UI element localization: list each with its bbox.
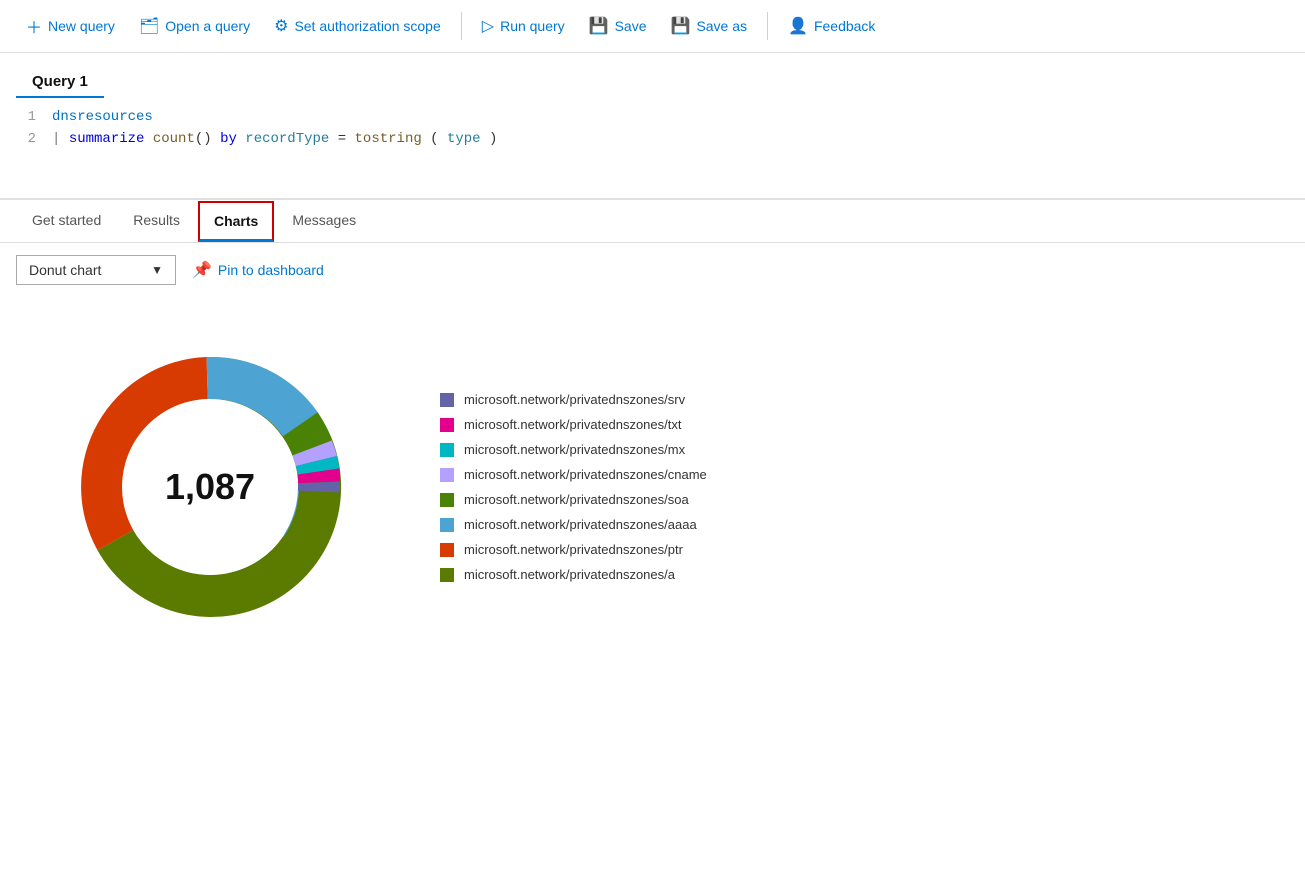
- line-num-1: 1: [16, 106, 36, 128]
- save-label: Save: [615, 18, 647, 34]
- tab-results[interactable]: Results: [117, 200, 196, 243]
- legend-color-swatch: [440, 543, 454, 557]
- code-line-1: 1 dnsresources: [16, 106, 1289, 128]
- donut-hole: [122, 399, 298, 575]
- save-as-label: Save as: [696, 18, 747, 34]
- set-auth-label: Set authorization scope: [294, 18, 440, 34]
- legend-label: microsoft.network/privatednszones/soa: [464, 492, 689, 507]
- set-auth-button[interactable]: ⚙ Set authorization scope: [264, 10, 451, 42]
- run-query-label: Run query: [500, 18, 565, 34]
- code-editor[interactable]: 1 dnsresources 2 | summarize count() by …: [0, 98, 1305, 198]
- results-panel: Get started Results Charts Messages Donu…: [0, 200, 1305, 677]
- separator-1: [461, 12, 462, 40]
- separator-2: [767, 12, 768, 40]
- new-query-label: New query: [48, 18, 115, 34]
- line-num-2: 2: [16, 128, 36, 150]
- legend-item: microsoft.network/privatednszones/cname: [440, 467, 707, 482]
- legend-item: microsoft.network/privatednszones/a: [440, 567, 707, 582]
- legend-label: microsoft.network/privatednszones/cname: [464, 467, 707, 482]
- run-query-button[interactable]: ▷ Run query: [472, 10, 575, 42]
- legend-item: microsoft.network/privatednszones/mx: [440, 442, 707, 457]
- legend-color-swatch: [440, 518, 454, 532]
- save-as-button[interactable]: 💾 Save as: [661, 10, 758, 42]
- legend-item: microsoft.network/privatednszones/ptr: [440, 542, 707, 557]
- save-as-icon: 💾: [671, 16, 691, 36]
- open-query-label: Open a query: [165, 18, 250, 34]
- query-panel: Query 1 1 dnsresources 2 | summarize cou…: [0, 53, 1305, 200]
- legend-label: microsoft.network/privatednszones/aaaa: [464, 517, 697, 532]
- donut-chart: 1,087: [40, 317, 380, 657]
- tab-charts[interactable]: Charts: [198, 201, 274, 242]
- segment-srv: [298, 482, 340, 493]
- legend-item: microsoft.network/privatednszones/aaaa: [440, 517, 707, 532]
- chart-type-dropdown[interactable]: Donut chart ▼: [16, 255, 176, 285]
- pin-to-dashboard-button[interactable]: 📌 Pin to dashboard: [192, 260, 324, 280]
- legend-label: microsoft.network/privatednszones/ptr: [464, 542, 683, 557]
- run-icon: ▷: [482, 16, 494, 36]
- query-title: Query 1: [16, 63, 104, 98]
- open-query-button[interactable]: 🗂 Open a query: [129, 10, 260, 42]
- legend-item: microsoft.network/privatednszones/srv: [440, 392, 707, 407]
- chart-area: 1,087 microsoft.network/privatednszones/…: [0, 297, 1305, 677]
- toolbar: ＋ New query 🗂 Open a query ⚙ Set authori…: [0, 0, 1305, 53]
- pin-label: Pin to dashboard: [218, 262, 324, 278]
- legend-item: microsoft.network/privatednszones/soa: [440, 492, 707, 507]
- legend-color-swatch: [440, 568, 454, 582]
- plus-icon: ＋: [26, 14, 42, 38]
- legend-color-swatch: [440, 493, 454, 507]
- legend-color-swatch: [440, 418, 454, 432]
- save-icon: 💾: [589, 16, 609, 36]
- code-line-2: 2 | summarize count() by recordType = to…: [16, 128, 1289, 150]
- gear-icon: ⚙: [274, 16, 288, 36]
- chart-legend: microsoft.network/privatednszones/srv mi…: [440, 392, 707, 582]
- donut-segments: [81, 357, 341, 617]
- new-query-button[interactable]: ＋ New query: [16, 8, 125, 44]
- legend-color-swatch: [440, 443, 454, 457]
- code-content-2: | summarize count() by recordType = tost…: [52, 128, 1289, 150]
- chart-controls: Donut chart ▼ 📌 Pin to dashboard: [0, 243, 1305, 297]
- legend-label: microsoft.network/privatednszones/txt: [464, 417, 681, 432]
- code-content-1: dnsresources: [52, 106, 1289, 128]
- save-button[interactable]: 💾 Save: [579, 10, 657, 42]
- tab-get-started[interactable]: Get started: [16, 200, 117, 243]
- chevron-down-icon: ▼: [151, 263, 163, 277]
- feedback-button[interactable]: 👤 Feedback: [778, 10, 885, 42]
- tabs-row: Get started Results Charts Messages: [0, 200, 1305, 243]
- legend-color-swatch: [440, 393, 454, 407]
- legend-item: microsoft.network/privatednszones/txt: [440, 417, 707, 432]
- legend-label: microsoft.network/privatednszones/srv: [464, 392, 685, 407]
- feedback-icon: 👤: [788, 16, 808, 36]
- donut-svg: [40, 317, 380, 657]
- folder-icon: 🗂: [139, 16, 159, 36]
- legend-label: microsoft.network/privatednszones/a: [464, 567, 675, 582]
- tab-messages[interactable]: Messages: [276, 200, 372, 243]
- legend-color-swatch: [440, 468, 454, 482]
- legend-label: microsoft.network/privatednszones/mx: [464, 442, 685, 457]
- pin-icon: 📌: [192, 260, 212, 280]
- feedback-label: Feedback: [814, 18, 875, 34]
- chart-type-label: Donut chart: [29, 262, 101, 278]
